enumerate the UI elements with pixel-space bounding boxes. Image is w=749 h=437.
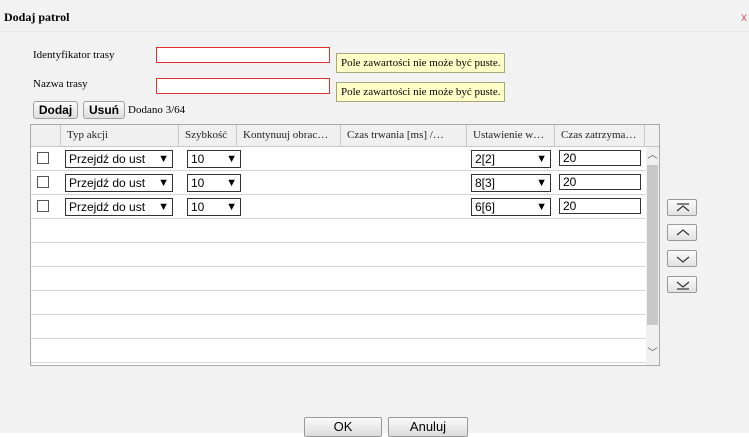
move-top-icon [676, 203, 690, 212]
preset-select[interactable]: 6[6] ▼ [471, 198, 551, 216]
table-row [31, 219, 646, 243]
preset-value: 8[3] [475, 176, 496, 190]
move-up-icon [676, 229, 690, 236]
action-type-select[interactable]: Przejdź do ust ▼ [65, 174, 173, 192]
chevron-down-icon: ▼ [536, 201, 547, 213]
action-type-select[interactable]: Przejdź do ust ▼ [65, 198, 173, 216]
cancel-button[interactable]: Anuluj [388, 417, 468, 437]
action-type-value: Przejdź do ust [69, 152, 146, 166]
speed-value: 10 [191, 200, 205, 214]
added-count: Dodano 3/64 [128, 104, 186, 116]
scroll-up-icon[interactable]: ︿ [647, 149, 658, 163]
move-top-button[interactable] [667, 199, 697, 216]
dialog-title: Dodaj patrol [4, 10, 70, 24]
speed-select[interactable]: 10 ▼ [187, 174, 241, 192]
route-name-input[interactable] [156, 78, 330, 94]
close-icon[interactable]: x [741, 10, 747, 24]
header-action-type[interactable]: Typ akcji [61, 125, 179, 146]
table-scrollbar[interactable]: ︿ ﹀ [646, 147, 659, 365]
route-name-error-tooltip: Pole zawartości nie może być puste. [336, 82, 506, 102]
table-header: Typ akcji Szybkość Kontynuuj obrac… Czas… [31, 125, 659, 147]
row-checkbox[interactable] [37, 176, 49, 188]
dwell-time-input[interactable]: 20 [559, 174, 641, 190]
move-bottom-button[interactable] [667, 276, 697, 293]
route-id-input[interactable] [156, 47, 330, 63]
table-row[interactable]: Przejdź do ust ▼ 10 ▼ 6[6] ▼ 20 [31, 195, 646, 219]
move-down-icon [676, 256, 690, 263]
header-speed[interactable]: Szybkość [179, 125, 237, 146]
move-down-button[interactable] [667, 250, 697, 267]
route-id-label: Identyfikator trasy [33, 49, 115, 61]
remove-button[interactable]: Usuń [83, 101, 125, 119]
chevron-down-icon: ▼ [158, 177, 169, 189]
table-row [31, 291, 646, 315]
action-type-value: Przejdź do ust [69, 200, 146, 214]
dialog-titlebar: Dodaj patrol x [0, 0, 749, 32]
chevron-down-icon: ▼ [536, 177, 547, 189]
preset-select[interactable]: 8[3] ▼ [471, 174, 551, 192]
scroll-down-icon[interactable]: ﹀ [647, 347, 658, 361]
add-button[interactable]: Dodaj [33, 101, 78, 119]
scrollbar-thumb[interactable] [647, 165, 658, 325]
header-continue-rotation[interactable]: Kontynuuj obrac… [237, 125, 341, 146]
speed-select[interactable]: 10 ▼ [187, 150, 241, 168]
preset-select[interactable]: 2[2] ▼ [471, 150, 551, 168]
table-row [31, 243, 646, 267]
header-preset[interactable]: Ustawienie w… [467, 125, 555, 146]
route-id-error-tooltip: Pole zawartości nie może być puste. [336, 53, 506, 73]
chevron-down-icon: ▼ [226, 177, 237, 189]
route-name-label: Nazwa trasy [33, 78, 88, 90]
table-row [31, 267, 646, 291]
preset-value: 2[2] [475, 152, 496, 166]
move-up-button[interactable] [667, 224, 697, 241]
move-bottom-icon [676, 281, 690, 290]
table-row [31, 315, 646, 339]
speed-select[interactable]: 10 ▼ [187, 198, 241, 216]
speed-value: 10 [191, 176, 205, 190]
chevron-down-icon: ▼ [536, 153, 547, 165]
chevron-down-icon: ▼ [226, 153, 237, 165]
chevron-down-icon: ▼ [226, 201, 237, 213]
chevron-down-icon: ▼ [158, 153, 169, 165]
chevron-down-icon: ▼ [158, 201, 169, 213]
preset-value: 6[6] [475, 200, 496, 214]
row-checkbox[interactable] [37, 152, 49, 164]
action-type-value: Przejdź do ust [69, 176, 146, 190]
ok-button[interactable]: OK [304, 417, 382, 437]
patrol-actions-table: Typ akcji Szybkość Kontynuuj obrac… Czas… [30, 124, 660, 366]
action-type-select[interactable]: Przejdź do ust ▼ [65, 150, 173, 168]
header-dwell-time[interactable]: Czas zatrzyma… [555, 125, 645, 146]
dwell-time-input[interactable]: 20 [559, 150, 641, 166]
table-row[interactable]: Przejdź do ust ▼ 10 ▼ 2[2] ▼ 20 [31, 147, 646, 171]
dwell-time-input[interactable]: 20 [559, 198, 641, 214]
header-duration[interactable]: Czas trwania [ms] /… [341, 125, 467, 146]
table-row [31, 339, 646, 363]
table-row[interactable]: Przejdź do ust ▼ 10 ▼ 8[3] ▼ 20 [31, 171, 646, 195]
speed-value: 10 [191, 152, 205, 166]
header-select-column [31, 125, 61, 146]
row-checkbox[interactable] [37, 200, 49, 212]
